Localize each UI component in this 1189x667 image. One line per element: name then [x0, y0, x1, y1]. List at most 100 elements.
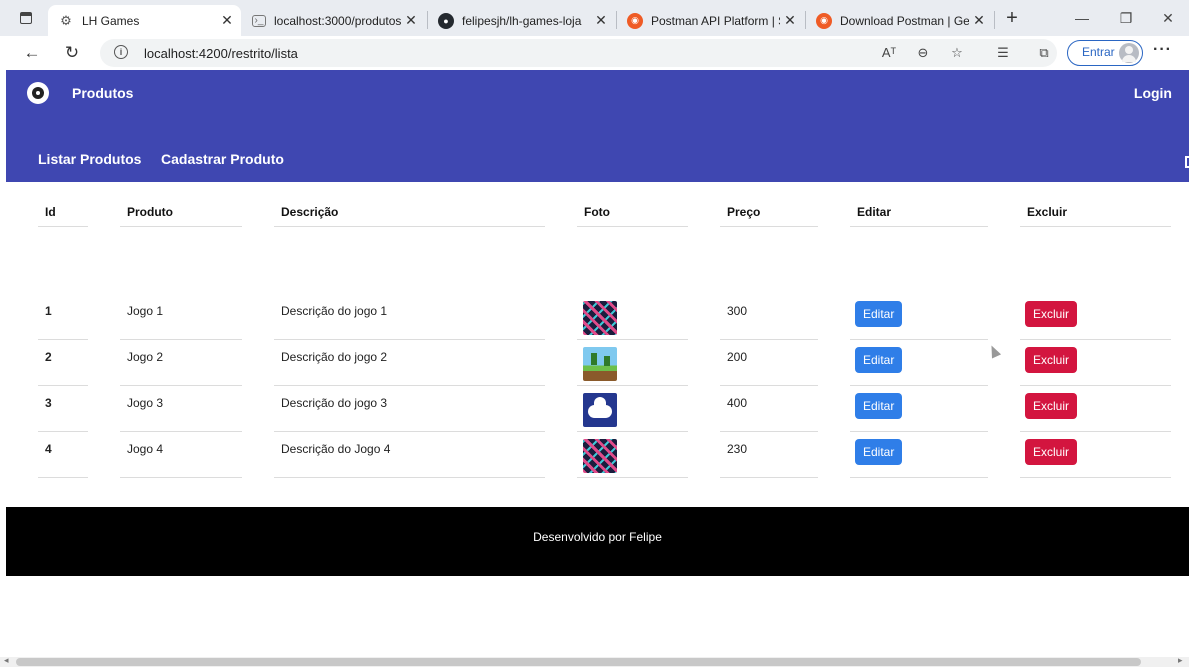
cell-excluir: Excluir	[1020, 340, 1171, 386]
read-aloud-icon[interactable]: Aᵀ	[880, 45, 898, 60]
cell-editar: Editar	[850, 340, 988, 386]
url-text[interactable]: localhost:4200/restrito/lista	[144, 46, 298, 61]
cell-excluir: Excluir	[1020, 432, 1171, 478]
table-row: 3 Jogo 3 Descrição do jogo 3 400 Editar …	[6, 386, 1189, 432]
scrollbar-thumb[interactable]	[16, 658, 1141, 666]
edit-button[interactable]: Editar	[855, 439, 903, 465]
page-title: Produtos	[72, 85, 134, 101]
product-image	[583, 301, 617, 335]
signin-button[interactable]: Entrar	[1067, 40, 1143, 66]
cell-excluir: Excluir	[1020, 386, 1171, 432]
horizontal-scrollbar[interactable]: ◂ ▸	[0, 655, 1189, 667]
cell-descricao: Descrição do jogo 2	[274, 340, 545, 386]
cell-descricao: Descrição do Jogo 4	[274, 432, 545, 478]
back-icon[interactable]: ←	[22, 43, 42, 63]
cell-preco: 300	[720, 294, 818, 340]
cell-editar: Editar	[850, 294, 988, 340]
gaming-logo-icon	[27, 82, 49, 104]
avatar-icon	[1119, 43, 1139, 63]
gear-icon: ⚙	[60, 12, 72, 28]
header-editar: Editar	[850, 195, 988, 227]
zoom-icon[interactable]: ⊖	[914, 45, 932, 61]
edit-button[interactable]: Editar	[855, 347, 903, 373]
tab-divider	[994, 11, 995, 29]
cell-foto	[577, 294, 688, 340]
minimize-icon[interactable]: —	[1072, 10, 1092, 26]
tab-actions-icon[interactable]	[20, 12, 32, 24]
table-row: 1 Jogo 1 Descrição do jogo 1 300 Editar …	[6, 294, 1189, 340]
cell-produto: Jogo 4	[120, 432, 242, 478]
scroll-left-icon[interactable]: ◂	[4, 655, 9, 666]
collections-icon[interactable]: ⧉	[1035, 45, 1053, 61]
header-foto: Foto	[577, 195, 688, 227]
cell-produto: Jogo 2	[120, 340, 242, 386]
app-toolbar: Produtos Login Listar Produtos Cadastrar…	[6, 70, 1189, 182]
close-icon[interactable]: ✕	[217, 12, 237, 29]
header-id: Id	[38, 195, 88, 227]
delete-button[interactable]: Excluir	[1025, 301, 1078, 327]
tab-title: localhost:3000/produtos	[274, 13, 401, 28]
tab-postman-download[interactable]: ◉ Download Postman | Get S ✕	[806, 5, 993, 36]
delete-button[interactable]: Excluir	[1025, 439, 1078, 465]
page-footer: Desenvolvido por Felipe	[6, 507, 1189, 576]
cell-preco: 400	[720, 386, 818, 432]
cell-foto	[577, 340, 688, 386]
postman-icon: ◉	[627, 12, 643, 29]
nav-listar-produtos[interactable]: Listar Produtos	[38, 151, 141, 167]
close-icon[interactable]: ✕	[780, 12, 800, 29]
site-info-icon[interactable]: i	[114, 45, 128, 59]
postman-icon: ◉	[816, 12, 832, 29]
page-viewport: Produtos Login Listar Produtos Cadastrar…	[6, 70, 1189, 657]
tab-github[interactable]: ● felipesjh/lh-games-loja ✕	[428, 5, 615, 36]
tab-title: felipesjh/lh-games-loja	[462, 13, 582, 28]
restore-icon[interactable]: ❐	[1116, 10, 1136, 27]
refresh-icon[interactable]: ↻	[62, 43, 82, 63]
tab-localhost-3000[interactable]: ›_ localhost:3000/produtos ✕	[242, 5, 425, 36]
favorite-add-icon[interactable]: ☆	[948, 45, 966, 61]
scroll-right-icon[interactable]: ▸	[1178, 655, 1183, 666]
header-excluir: Excluir	[1020, 195, 1171, 227]
cell-produto: Jogo 3	[120, 386, 242, 432]
nav-cadastrar-produto[interactable]: Cadastrar Produto	[161, 151, 284, 167]
cell-id: 4	[38, 432, 88, 478]
cell-foto	[577, 386, 688, 432]
close-icon[interactable]: ✕	[969, 12, 989, 29]
more-menu-icon[interactable]: ···	[1153, 41, 1172, 59]
delete-button[interactable]: Excluir	[1025, 393, 1078, 419]
tab-title: LH Games	[82, 13, 140, 28]
product-image	[583, 347, 617, 381]
close-icon[interactable]: ✕	[401, 12, 421, 29]
edit-button[interactable]: Editar	[855, 301, 903, 327]
cell-id: 3	[38, 386, 88, 432]
cell-excluir: Excluir	[1020, 294, 1171, 340]
tab-lh-games[interactable]: ⚙ LH Games ✕	[48, 5, 241, 36]
header-produto: Produto	[120, 195, 242, 227]
new-tab-icon[interactable]: +	[1002, 8, 1022, 28]
cell-preco: 200	[720, 340, 818, 386]
cell-descricao: Descrição do jogo 1	[274, 294, 545, 340]
edit-button[interactable]: Editar	[855, 393, 903, 419]
tab-title: Download Postman | Get S	[840, 13, 969, 28]
cell-produto: Jogo 1	[120, 294, 242, 340]
window-close-icon[interactable]: ✕	[1158, 10, 1178, 27]
header-descricao: Descrição	[274, 195, 545, 227]
browser-tab-bar: ⚙ LH Games ✕ ›_ localhost:3000/produtos …	[0, 0, 1189, 36]
delete-button[interactable]: Excluir	[1025, 347, 1078, 373]
product-image	[583, 393, 617, 427]
cell-descricao: Descrição do jogo 3	[274, 386, 545, 432]
logout-icon[interactable]	[1185, 156, 1189, 168]
cell-editar: Editar	[850, 386, 988, 432]
close-icon[interactable]: ✕	[591, 12, 611, 29]
signin-label: Entrar	[1082, 45, 1115, 59]
address-bar: ← ↻ i localhost:4200/restrito/lista Aᵀ ⊖…	[0, 36, 1189, 70]
header-preco: Preço	[720, 195, 818, 227]
tab-title: Postman API Platform | Si	[651, 13, 780, 28]
github-icon: ●	[438, 12, 454, 29]
footer-text: Desenvolvido por Felipe	[533, 530, 662, 544]
table-row: 2 Jogo 2 Descrição do jogo 2 200 Editar …	[6, 340, 1189, 386]
table-row: 4 Jogo 4 Descrição do Jogo 4 230 Editar …	[6, 432, 1189, 478]
cell-preco: 230	[720, 432, 818, 478]
login-link[interactable]: Login	[1134, 85, 1172, 101]
tab-postman-platform[interactable]: ◉ Postman API Platform | Si ✕	[617, 5, 804, 36]
favorites-icon[interactable]: ☰	[994, 45, 1012, 61]
